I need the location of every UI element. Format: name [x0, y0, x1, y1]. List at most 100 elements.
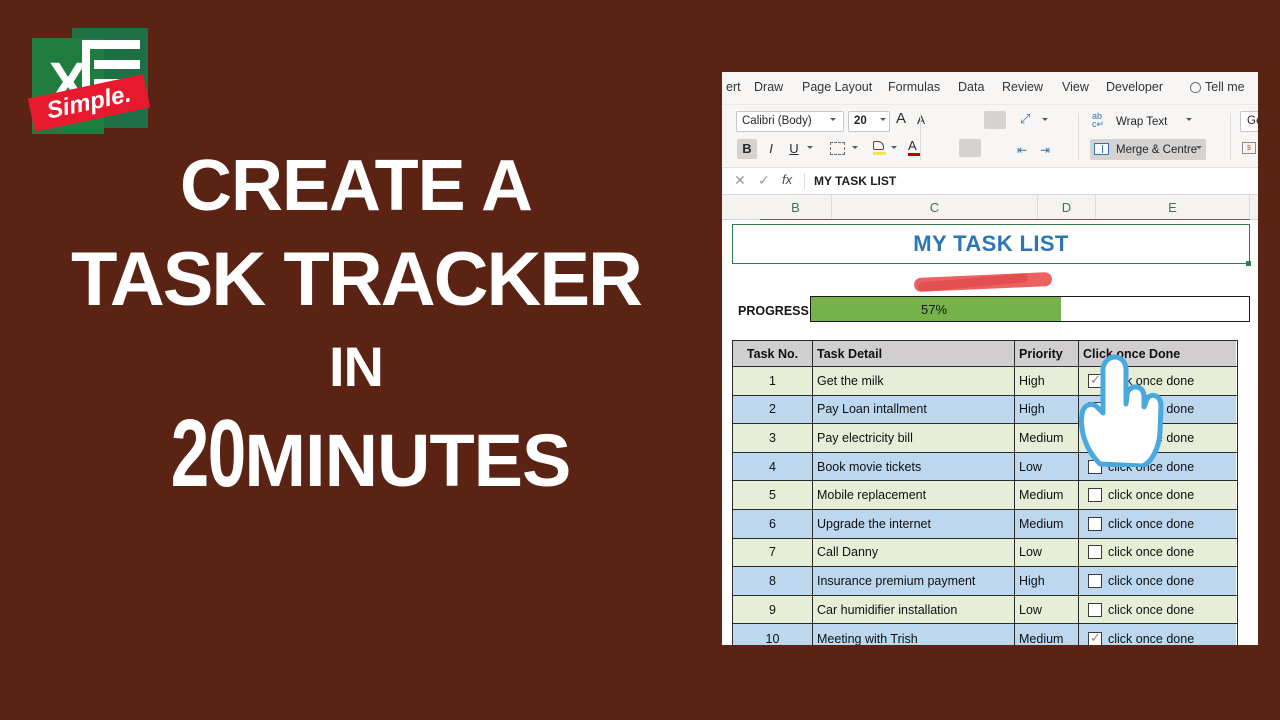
worksheet-grid: MY TASK LIST PROGRESS 57% Task No. Task D…: [722, 220, 1258, 645]
task-list-title-cell[interactable]: MY TASK LIST: [732, 224, 1250, 264]
task-priority-cell[interactable]: Medium: [1015, 624, 1079, 645]
bold-button[interactable]: B: [737, 139, 757, 159]
task-detail-cell[interactable]: Mobile replacement: [813, 481, 1015, 509]
align-middle-icon[interactable]: [959, 111, 981, 129]
accounting-format-icon[interactable]: $: [1242, 142, 1256, 154]
done-checkbox[interactable]: [1088, 630, 1102, 645]
column-header-C[interactable]: C: [832, 195, 1038, 220]
headline-line-2: TASK TRACKER: [71, 237, 643, 322]
ribbon-tab-tell-me[interactable]: Tell me: [1190, 80, 1245, 94]
wrap-text-caret-icon[interactable]: [1186, 118, 1192, 121]
task-detail-cell[interactable]: Pay electricity bill: [813, 424, 1015, 452]
lightbulb-icon: [1190, 82, 1201, 93]
align-right-icon[interactable]: [984, 139, 1006, 157]
table-row: 8 Insurance premium payment High click once…: [733, 567, 1237, 596]
ribbon-tab-label: Tell me: [1205, 80, 1245, 94]
wrap-text-icon[interactable]: ab c↵: [1092, 112, 1104, 129]
orientation-caret-icon[interactable]: [1042, 118, 1048, 121]
task-detail-cell[interactable]: Call Danny: [813, 538, 1015, 567]
align-bottom-icon[interactable]: [984, 111, 1006, 129]
enter-icon[interactable]: ✓: [758, 172, 770, 189]
task-done-cell[interactable]: click once done: [1079, 481, 1236, 509]
orientation-icon[interactable]: ⤢: [1020, 111, 1030, 127]
font-group: Calibri (Body) 20 A A B I U A: [736, 105, 925, 168]
task-priority-cell[interactable]: High: [1015, 567, 1079, 595]
ribbon-tab-ert[interactable]: ert: [726, 80, 741, 94]
number-format-select[interactable]: Genera: [1240, 111, 1258, 132]
ribbon-tab-view[interactable]: View: [1062, 80, 1089, 94]
ribbon-tab-draw[interactable]: Draw: [754, 80, 783, 94]
ribbon-tab-data[interactable]: Data: [958, 80, 984, 94]
task-number-cell[interactable]: 2: [733, 395, 813, 424]
ribbon-tab-formulas[interactable]: Formulas: [888, 80, 940, 94]
decrease-indent-icon[interactable]: ⇤: [1017, 143, 1027, 157]
fill-color-icon[interactable]: [873, 141, 886, 155]
wrap-text-label[interactable]: Wrap Text: [1116, 116, 1167, 128]
done-checkbox[interactable]: [1088, 573, 1102, 588]
align-left-icon[interactable]: [934, 139, 956, 157]
ribbon-tab-developer[interactable]: Developer: [1106, 80, 1163, 94]
task-detail-cell[interactable]: Upgrade the internet: [813, 509, 1015, 538]
cancel-icon[interactable]: ✕: [734, 172, 746, 189]
font-name-input[interactable]: Calibri (Body): [736, 111, 844, 132]
task-done-cell[interactable]: click once done: [1079, 509, 1236, 538]
column-header-D[interactable]: D: [1038, 195, 1096, 220]
task-number-cell[interactable]: 9: [733, 595, 813, 624]
grow-font-icon[interactable]: A: [896, 110, 906, 127]
font-name-caret-icon[interactable]: [830, 118, 836, 121]
formula-bar-value[interactable]: MY TASK LIST: [814, 174, 896, 188]
task-done-cell[interactable]: click once done: [1079, 595, 1236, 624]
underline-button[interactable]: U: [784, 139, 804, 159]
ribbon-tab-review[interactable]: Review: [1002, 80, 1043, 94]
task-number-cell[interactable]: 10: [733, 624, 813, 645]
borders-icon[interactable]: [830, 142, 845, 155]
task-number-cell[interactable]: 7: [733, 538, 813, 567]
task-done-cell[interactable]: click once done: [1079, 567, 1236, 595]
table-row: 10Meeting with TrishMedium click once don…: [733, 624, 1237, 645]
align-top-icon[interactable]: [934, 111, 956, 129]
column-header-B[interactable]: B: [760, 195, 832, 220]
task-number-cell[interactable]: 5: [733, 481, 813, 509]
merge-centre-icon[interactable]: [1094, 143, 1109, 155]
done-checkbox[interactable]: [1088, 516, 1102, 531]
headline-block: CREATE A TASK TRACKER IN 20MINUTES: [0, 140, 712, 509]
task-detail-cell[interactable]: Get the milk: [813, 367, 1015, 395]
italic-button[interactable]: I: [761, 139, 781, 159]
ribbon-tab-page-layout[interactable]: Page Layout: [802, 80, 872, 94]
task-done-cell[interactable]: click once done: [1079, 624, 1236, 645]
align-center-icon[interactable]: [959, 139, 981, 157]
task-priority-cell[interactable]: Medium: [1015, 481, 1079, 509]
task-detail-cell[interactable]: Meeting with Trish: [813, 624, 1015, 645]
done-checkbox-label: click once done: [1108, 545, 1195, 560]
task-priority-cell[interactable]: Medium: [1015, 509, 1079, 538]
merge-centre-caret-icon[interactable]: [1196, 146, 1202, 149]
font-size-input[interactable]: 20: [848, 111, 890, 132]
task-number-cell[interactable]: 8: [733, 567, 813, 595]
task-number-cell[interactable]: 4: [733, 452, 813, 481]
font-color-icon[interactable]: A: [908, 139, 920, 156]
task-priority-cell[interactable]: Low: [1015, 538, 1079, 567]
borders-caret-icon[interactable]: [852, 146, 858, 149]
done-checkbox[interactable]: [1088, 545, 1102, 560]
insert-function-icon[interactable]: fx: [782, 172, 792, 187]
font-size-caret-icon[interactable]: [880, 118, 886, 121]
task-detail-cell[interactable]: Pay Loan intallment: [813, 395, 1015, 424]
done-checkbox[interactable]: [1088, 602, 1102, 617]
underline-caret-icon[interactable]: [807, 146, 813, 149]
increase-indent-icon[interactable]: ⇥: [1040, 143, 1050, 157]
table-header-cell-1: Task Detail: [813, 341, 1015, 366]
task-number-cell[interactable]: 3: [733, 424, 813, 452]
done-checkbox[interactable]: [1088, 488, 1102, 503]
task-detail-cell[interactable]: Book movie tickets: [813, 452, 1015, 481]
cell-fill-handle[interactable]: [1246, 261, 1251, 266]
task-priority-cell[interactable]: Low: [1015, 595, 1079, 624]
task-detail-cell[interactable]: Car humidifier installation: [813, 595, 1015, 624]
merge-centre-label[interactable]: Merge & Centre: [1116, 144, 1197, 156]
fill-color-caret-icon[interactable]: [891, 146, 897, 149]
shrink-font-icon[interactable]: A: [917, 113, 925, 127]
task-number-cell[interactable]: 6: [733, 509, 813, 538]
task-done-cell[interactable]: click once done: [1079, 538, 1236, 567]
column-header-E[interactable]: E: [1096, 195, 1250, 220]
task-number-cell[interactable]: 1: [733, 367, 813, 395]
task-detail-cell[interactable]: Insurance premium payment: [813, 567, 1015, 595]
